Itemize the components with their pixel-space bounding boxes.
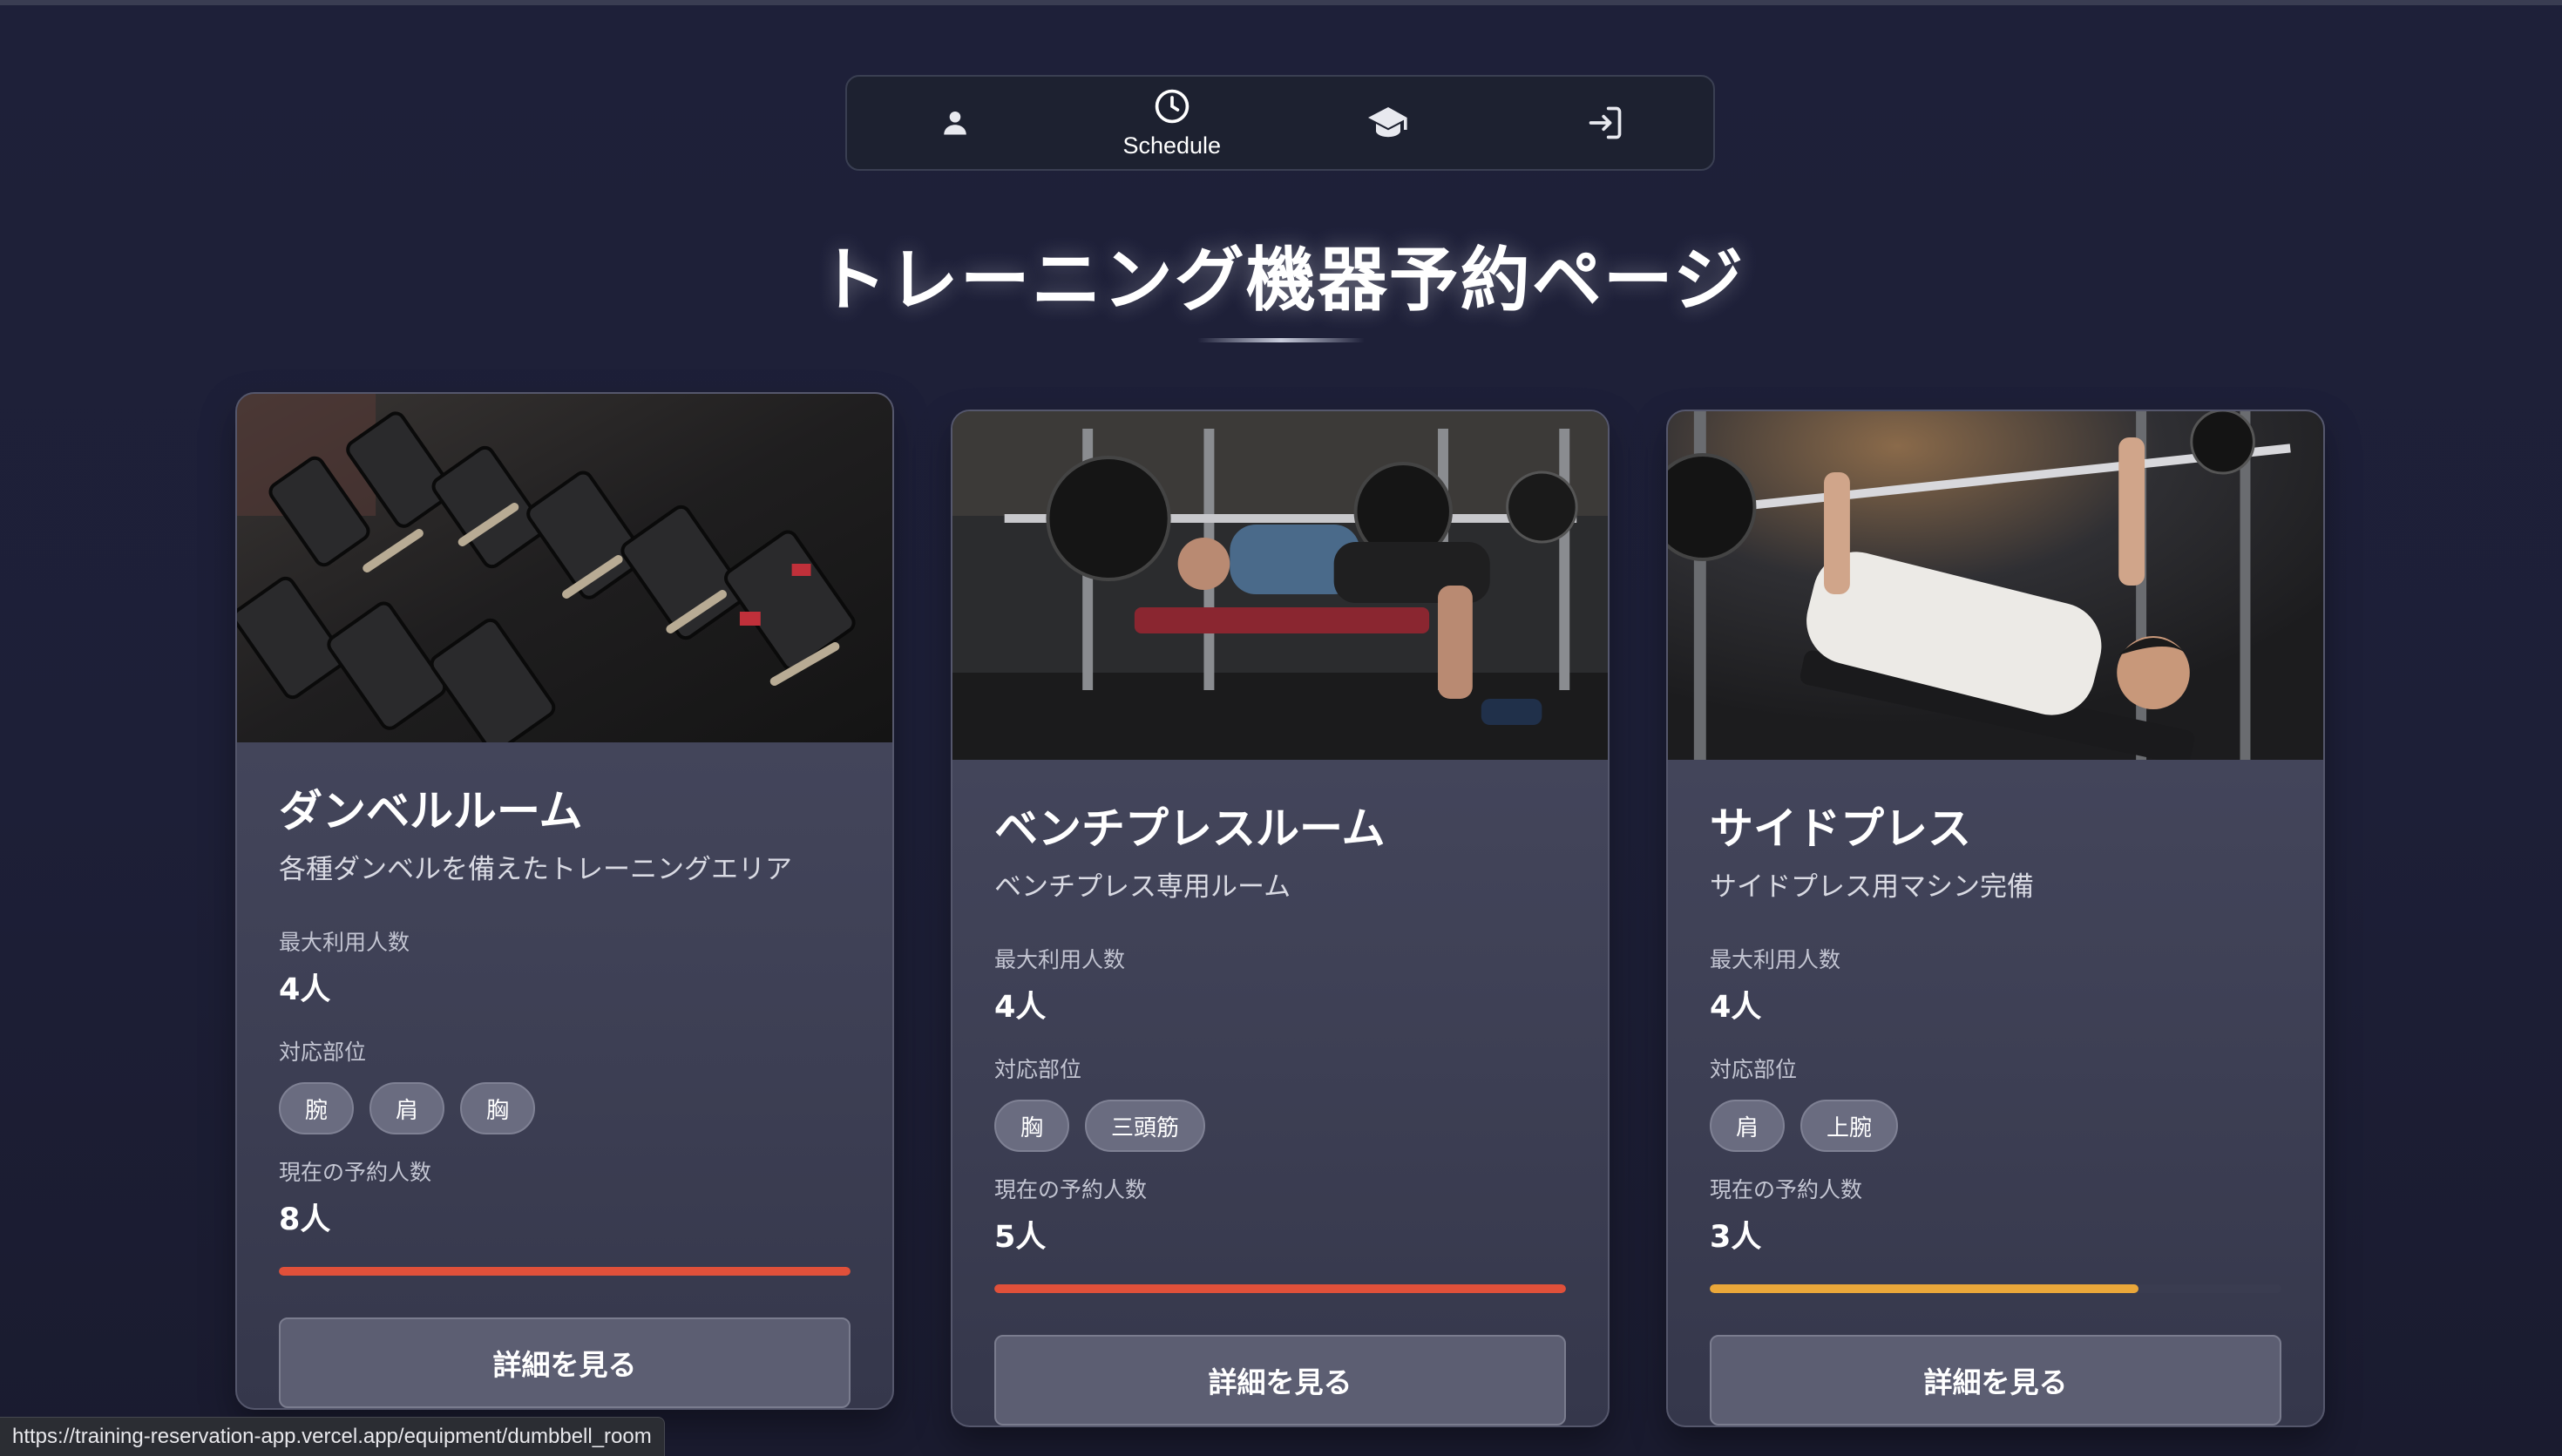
reservation-progress-fill (1710, 1284, 2138, 1293)
bench-press-image (952, 411, 1608, 760)
reservation-progress-bar (994, 1284, 1566, 1293)
reservations-value: 8人 (279, 1202, 331, 1237)
reservations-value: 3人 (1710, 1220, 1762, 1255)
nav-courses[interactable] (1280, 77, 1497, 169)
nav-profile[interactable] (847, 77, 1064, 169)
body-part-tags: 肩 上腕 (1710, 1100, 2281, 1152)
reservations-label: 現在の予約人数 (279, 1160, 432, 1185)
card-title: サイドプレス (1710, 803, 1971, 854)
reservation-progress-fill (279, 1267, 851, 1276)
card-description: サイドプレス用マシン完備 (1710, 871, 2034, 903)
card-title: ベンチプレスルーム (994, 803, 1386, 854)
max-users-label: 最大利用人数 (279, 930, 410, 955)
side-press-image (1668, 411, 2323, 760)
max-users-value: 4人 (1710, 990, 1762, 1025)
reservation-progress-bar (1710, 1284, 2281, 1293)
reservations-label: 現在の予約人数 (1710, 1177, 1863, 1202)
body-part-tag: 胸 (460, 1082, 536, 1134)
card-title: ダンベルルーム (279, 786, 583, 836)
reservations-value: 5人 (994, 1220, 1047, 1255)
nav-schedule-label: Schedule (1122, 132, 1222, 159)
body-part-tag: 三頭筋 (1085, 1100, 1206, 1152)
login-icon (1586, 104, 1624, 142)
max-users-label: 最大利用人数 (994, 947, 1126, 972)
detail-button[interactable]: 詳細を見る (994, 1335, 1566, 1426)
body-parts-label: 対応部位 (279, 1040, 367, 1065)
title-underline (1197, 338, 1365, 342)
body-part-tag: 胸 (994, 1100, 1070, 1152)
reservation-progress-bar (279, 1267, 851, 1276)
card-description: ベンチプレス専用ルーム (994, 871, 1291, 903)
equipment-card-bench-press[interactable]: ベンチプレスルーム ベンチプレス専用ルーム 最大利用人数 4人 対応部位 胸 三… (951, 410, 1610, 1427)
status-bar-url: https://training-reservation-app.vercel.… (0, 1417, 665, 1456)
max-users-label: 最大利用人数 (1710, 947, 1841, 972)
reservation-progress-fill (994, 1284, 1566, 1293)
top-border (0, 0, 2562, 5)
detail-button[interactable]: 詳細を見る (279, 1317, 851, 1408)
dumbbell-rack-image (237, 394, 892, 742)
user-icon (939, 107, 971, 139)
card-description: 各種ダンベルを備えたトレーニングエリア (279, 854, 792, 885)
body-part-tag: 肩 (369, 1082, 445, 1134)
nav-schedule[interactable]: Schedule (1064, 77, 1281, 169)
body-part-tag: 腕 (279, 1082, 355, 1134)
page-title: トレーニング機器予約ページ (817, 240, 1745, 321)
body-part-tag: 肩 (1710, 1100, 1786, 1152)
equipment-card-side-press[interactable]: サイドプレス サイドプレス用マシン完備 最大利用人数 4人 対応部位 肩 上腕 … (1666, 410, 2325, 1427)
body-part-tag: 上腕 (1800, 1100, 1899, 1152)
max-users-value: 4人 (994, 990, 1047, 1025)
nav-login[interactable] (1497, 77, 1714, 169)
body-parts-label: 対応部位 (1710, 1057, 1798, 1082)
body-part-tags: 腕 肩 胸 (279, 1082, 851, 1134)
clock-icon (1153, 87, 1191, 125)
max-users-value: 4人 (279, 972, 331, 1007)
reservations-label: 現在の予約人数 (994, 1177, 1148, 1202)
detail-button[interactable]: 詳細を見る (1710, 1335, 2281, 1426)
graduation-cap-icon (1367, 105, 1409, 140)
body-part-tags: 胸 三頭筋 (994, 1100, 1566, 1152)
main-nav: Schedule (845, 75, 1715, 171)
body-parts-label: 対応部位 (994, 1057, 1082, 1082)
equipment-card-dumbbell[interactable]: ダンベルルーム 各種ダンベルを備えたトレーニングエリア 最大利用人数 4人 対応… (235, 392, 894, 1410)
